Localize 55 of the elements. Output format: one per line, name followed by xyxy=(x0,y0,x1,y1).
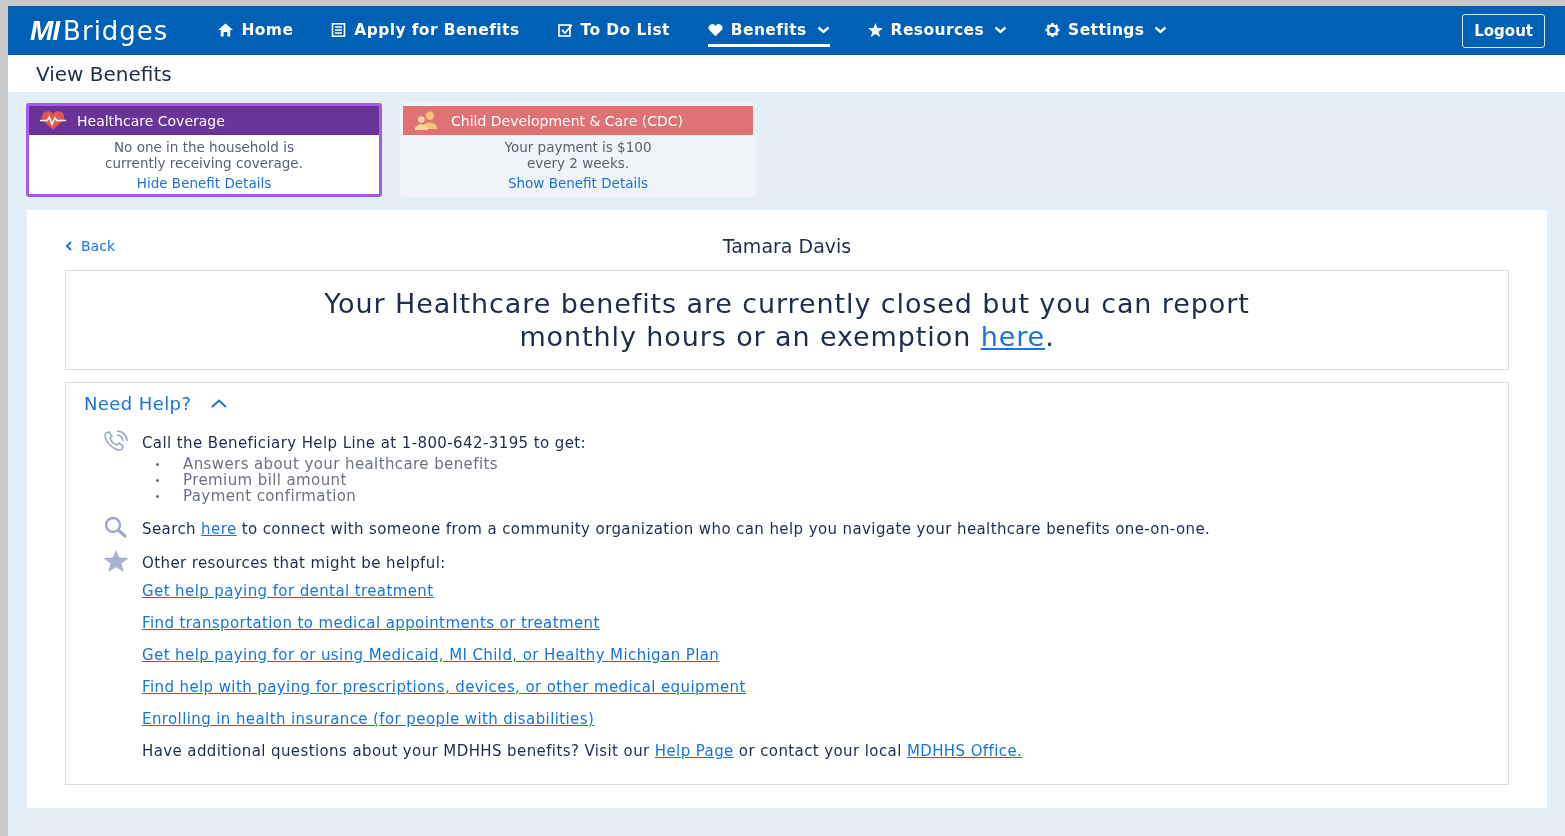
bullet-icon xyxy=(156,479,159,482)
bullet-text: Answers about your healthcare benefits xyxy=(183,456,498,472)
star-icon xyxy=(867,22,883,37)
help-text: Call the Beneficiary Help Line at 1-800-642-3195 to get: xyxy=(142,434,586,452)
heart-icon xyxy=(707,22,723,37)
inline-link[interactable]: here xyxy=(201,520,237,538)
notice-text: Your Healthcare benefits are currently closed but you can report monthly hours or an exemption here. xyxy=(323,287,1251,353)
inline-link[interactable]: here xyxy=(980,321,1046,352)
page-title: View Benefits xyxy=(36,61,172,86)
benefit-card[interactable]: Healthcare Coverage No one in the household is currently receiving coverage. Hide Benefit Details xyxy=(26,103,382,197)
resource-link[interactable]: Find help with paying for prescriptions, devices, or other medical equipment xyxy=(142,678,746,696)
bullet-icon xyxy=(156,495,159,498)
checkbox-icon xyxy=(557,22,573,37)
back-link[interactable]: Back xyxy=(65,238,175,254)
benefit-card[interactable]: Child Development & Care (CDC) Your payment is $100 every 2 weeks. Show Benefit Details xyxy=(400,103,756,197)
card-text: Your payment is $100 xyxy=(504,138,652,155)
caret-icon xyxy=(211,399,228,408)
details-link[interactable]: Hide Benefit Details xyxy=(136,174,272,191)
nav-item[interactable]: Home xyxy=(218,14,294,47)
inline-link[interactable]: Help Page xyxy=(654,742,734,760)
nav-item[interactable]: Settings xyxy=(1045,14,1168,47)
details-link[interactable]: Show Benefit Details xyxy=(507,174,648,191)
form-icon xyxy=(331,22,347,37)
bullet-icon xyxy=(156,463,159,466)
card-title: Child Development & Care (CDC) xyxy=(451,112,683,129)
resource-link[interactable]: Get help paying for dental treatment xyxy=(142,582,434,600)
bullet-text: Premium bill amount xyxy=(183,472,347,488)
card-title: Healthcare Coverage xyxy=(77,112,225,129)
home-icon xyxy=(218,22,234,37)
card-text: No one in the household is xyxy=(114,138,294,155)
resource-link[interactable]: Enrolling in health insurance (for people with disabilities) xyxy=(142,710,595,728)
chevron-left-icon xyxy=(65,241,73,251)
inline-link[interactable]: MDHHS Office. xyxy=(906,742,1023,760)
card-text: every 2 weeks. xyxy=(526,154,630,171)
logout-button[interactable]: Logout xyxy=(1462,13,1545,48)
card-text: currently receiving coverage. xyxy=(105,154,303,171)
help-text: Search here to connect with someone from a community organization who can help you navigate your healthcare benefits one-on-one. xyxy=(142,520,1211,538)
heart-pulse-icon xyxy=(39,111,67,130)
person-name: Tamara Davis xyxy=(721,235,853,257)
help-footer-text: Have additional questions about your MDHHS benefits? Visit our Help Page or contact your local MDHHS Office. xyxy=(142,742,1024,760)
logo-mark: MI xyxy=(30,14,60,47)
search-icon xyxy=(102,516,130,538)
settings-icon xyxy=(1045,22,1061,37)
nav-item[interactable]: Apply for Benefits xyxy=(331,14,520,47)
nav-item[interactable]: To Do List xyxy=(557,14,670,47)
resource-link[interactable]: Get help paying for or using Medicaid, MI Child, or Healthy Michigan Plan xyxy=(142,646,720,664)
star-icon xyxy=(102,550,130,572)
nav-item[interactable]: Benefits xyxy=(707,14,830,47)
nav-item[interactable]: Resources xyxy=(867,14,1008,47)
bullet-text: Payment confirmation xyxy=(183,488,357,504)
resource-link[interactable]: Find transportation to medical appointments or treatment xyxy=(142,614,600,632)
phone-icon xyxy=(102,430,130,452)
help-toggle[interactable]: Need Help? xyxy=(84,393,228,414)
help-text: Other resources that might be helpful: xyxy=(142,554,446,572)
logo-text: Bridges xyxy=(63,15,169,46)
